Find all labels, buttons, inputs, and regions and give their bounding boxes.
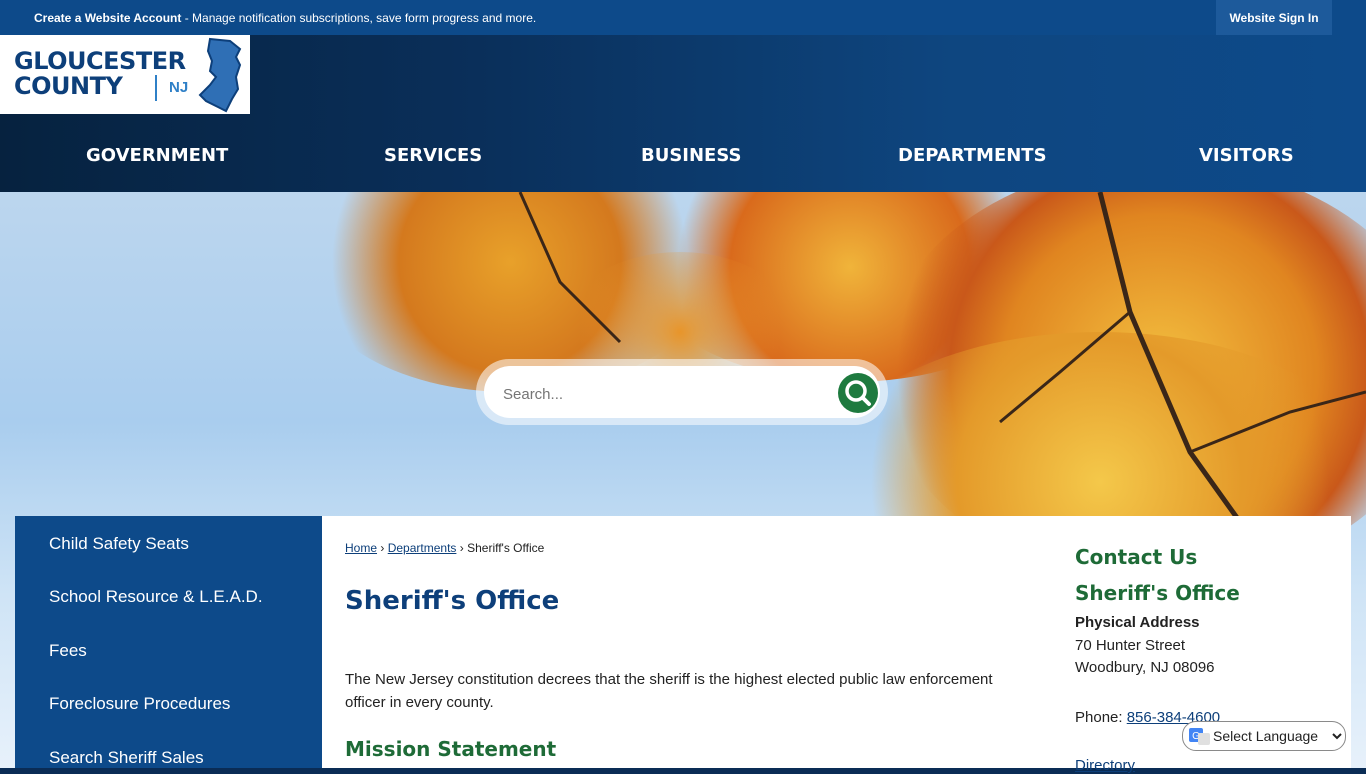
site-header: GLOUCESTER COUNTY NJ GOVERNMENT SERVICES… (0, 35, 1366, 192)
mission-heading: Mission Statement (345, 737, 557, 761)
breadcrumb-departments[interactable]: Departments (388, 541, 457, 555)
breadcrumb-current: Sheriff's Office (467, 541, 545, 555)
breadcrumb-home[interactable]: Home (345, 541, 377, 555)
search-button[interactable] (838, 373, 878, 413)
top-bar: Create a Website Account - Manage notifi… (0, 0, 1366, 35)
contact-heading: Contact Us (1075, 545, 1198, 569)
language-select[interactable]: G Select Language (1182, 721, 1346, 751)
website-sign-in-button[interactable]: Website Sign In (1216, 0, 1332, 35)
address-city: Woodbury, NJ 08096 (1075, 659, 1215, 676)
search-icon (845, 380, 871, 406)
logo-state: NJ (169, 79, 189, 96)
nav-visitors[interactable]: VISITORS (1199, 145, 1294, 166)
tree-branches-icon (518, 192, 1366, 522)
breadcrumb: Home › Departments › Sheriff's Office (345, 541, 544, 555)
breadcrumb-separator: › (459, 541, 464, 555)
new-jersey-map-icon (198, 37, 242, 113)
account-message-text: - Manage notification subscriptions, sav… (181, 11, 537, 25)
nav-business[interactable]: BUSINESS (641, 145, 741, 166)
directory-line: Directory (1075, 757, 1135, 774)
directory-link[interactable]: Directory (1075, 757, 1135, 774)
chevron-down-icon (1332, 733, 1342, 740)
sidebar-menu: Child Safety Seats School Resource & L.E… (15, 516, 322, 768)
sidebar-item-fees[interactable]: Fees (49, 641, 87, 661)
breadcrumb-separator: › (380, 541, 385, 555)
nav-services[interactable]: SERVICES (384, 145, 482, 166)
nav-departments[interactable]: DEPARTMENTS (898, 145, 1047, 166)
logo-line-2: COUNTY (14, 72, 123, 100)
address-label: Physical Address (1075, 614, 1200, 631)
google-translate-icon: G (1189, 728, 1210, 745)
main-navigation: GOVERNMENT SERVICES BUSINESS DEPARTMENTS… (0, 114, 1366, 192)
nav-government[interactable]: GOVERNMENT (86, 145, 228, 166)
create-account-link[interactable]: Create a Website Account (34, 11, 181, 25)
county-logo[interactable]: GLOUCESTER COUNTY NJ (0, 35, 250, 114)
sidebar-item-search-sheriff-sales[interactable]: Search Sheriff Sales (49, 748, 204, 768)
search-input[interactable] (501, 383, 825, 405)
contact-office: Sheriff's Office (1075, 581, 1240, 605)
sidebar-item-school-resource[interactable]: School Resource & L.E.A.D. (49, 587, 263, 607)
page-title: Sheriff's Office (345, 586, 560, 616)
intro-paragraph: The New Jersey constitution decrees that… (345, 671, 993, 711)
logo-divider (155, 75, 157, 101)
phone-label: Phone: (1075, 709, 1127, 726)
account-message: Create a Website Account - Manage notifi… (34, 11, 536, 25)
sidebar-item-foreclosure-procedures[interactable]: Foreclosure Procedures (49, 694, 230, 714)
language-select-label: Select Language (1213, 728, 1319, 744)
address-street: 70 Hunter Street (1075, 637, 1186, 654)
logo-line-1: GLOUCESTER (14, 47, 186, 75)
sidebar-item-child-safety-seats[interactable]: Child Safety Seats (49, 534, 189, 554)
